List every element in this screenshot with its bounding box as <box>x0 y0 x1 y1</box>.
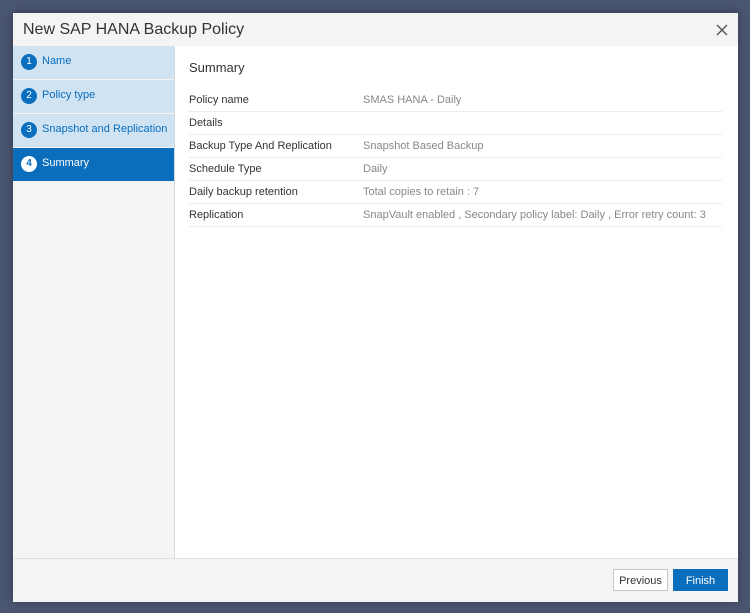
previous-button[interactable]: Previous <box>613 569 668 591</box>
step-summary[interactable]: 4 Summary <box>13 148 174 181</box>
step-label: Name <box>42 55 72 67</box>
row-key: Policy name <box>189 94 249 106</box>
backup-policy-dialog: New SAP HANA Backup Policy 1 Name 2 Poli… <box>13 13 738 602</box>
section-title: Summary <box>189 60 245 75</box>
row-value: SnapVault enabled , Secondary policy lab… <box>363 209 706 221</box>
row-value: Daily <box>363 163 388 175</box>
close-icon[interactable] <box>714 22 730 38</box>
step-name[interactable]: 1 Name <box>13 46 174 79</box>
dialog-titlebar: New SAP HANA Backup Policy <box>13 13 738 46</box>
dialog-title: New SAP HANA Backup Policy <box>23 21 245 38</box>
row-key: Backup Type And Replication <box>189 140 332 152</box>
table-row: Replication SnapVault enabled , Secondar… <box>189 204 722 227</box>
table-row: Backup Type And Replication Snapshot Bas… <box>189 135 722 158</box>
summary-panel: Summary Policy name SMAS HANA - Daily De… <box>175 46 738 558</box>
summary-table: Policy name SMAS HANA - Daily Details Ba… <box>189 89 722 227</box>
row-value: SMAS HANA - Daily <box>363 94 462 106</box>
step-snapshot-and-replication[interactable]: 3 Snapshot and Replication <box>13 114 174 147</box>
table-row: Schedule Type Daily <box>189 158 722 181</box>
step-label: Summary <box>42 157 90 169</box>
table-row: Daily backup retention Total copies to r… <box>189 181 722 204</box>
row-value: Snapshot Based Backup <box>363 140 484 152</box>
row-key: Replication <box>189 209 244 221</box>
step-number: 2 <box>21 88 37 104</box>
wizard-steps: 1 Name 2 Policy type 3 Snapshot and Repl… <box>13 46 175 558</box>
step-number: 4 <box>21 156 37 172</box>
step-number: 3 <box>21 122 37 138</box>
step-policy-type[interactable]: 2 Policy type <box>13 80 174 113</box>
row-key: Schedule Type <box>189 163 262 175</box>
step-label: Policy type <box>42 89 96 101</box>
step-label: Snapshot and Replication <box>42 123 168 135</box>
row-value: Total copies to retain : 7 <box>363 186 480 198</box>
step-number: 1 <box>21 54 37 70</box>
dialog-footer: Previous Finish <box>13 558 738 602</box>
table-row: Details <box>189 112 722 135</box>
row-key: Details <box>189 117 223 129</box>
row-key: Daily backup retention <box>189 186 298 198</box>
table-row: Policy name SMAS HANA - Daily <box>189 89 722 112</box>
finish-button[interactable]: Finish <box>673 569 728 591</box>
